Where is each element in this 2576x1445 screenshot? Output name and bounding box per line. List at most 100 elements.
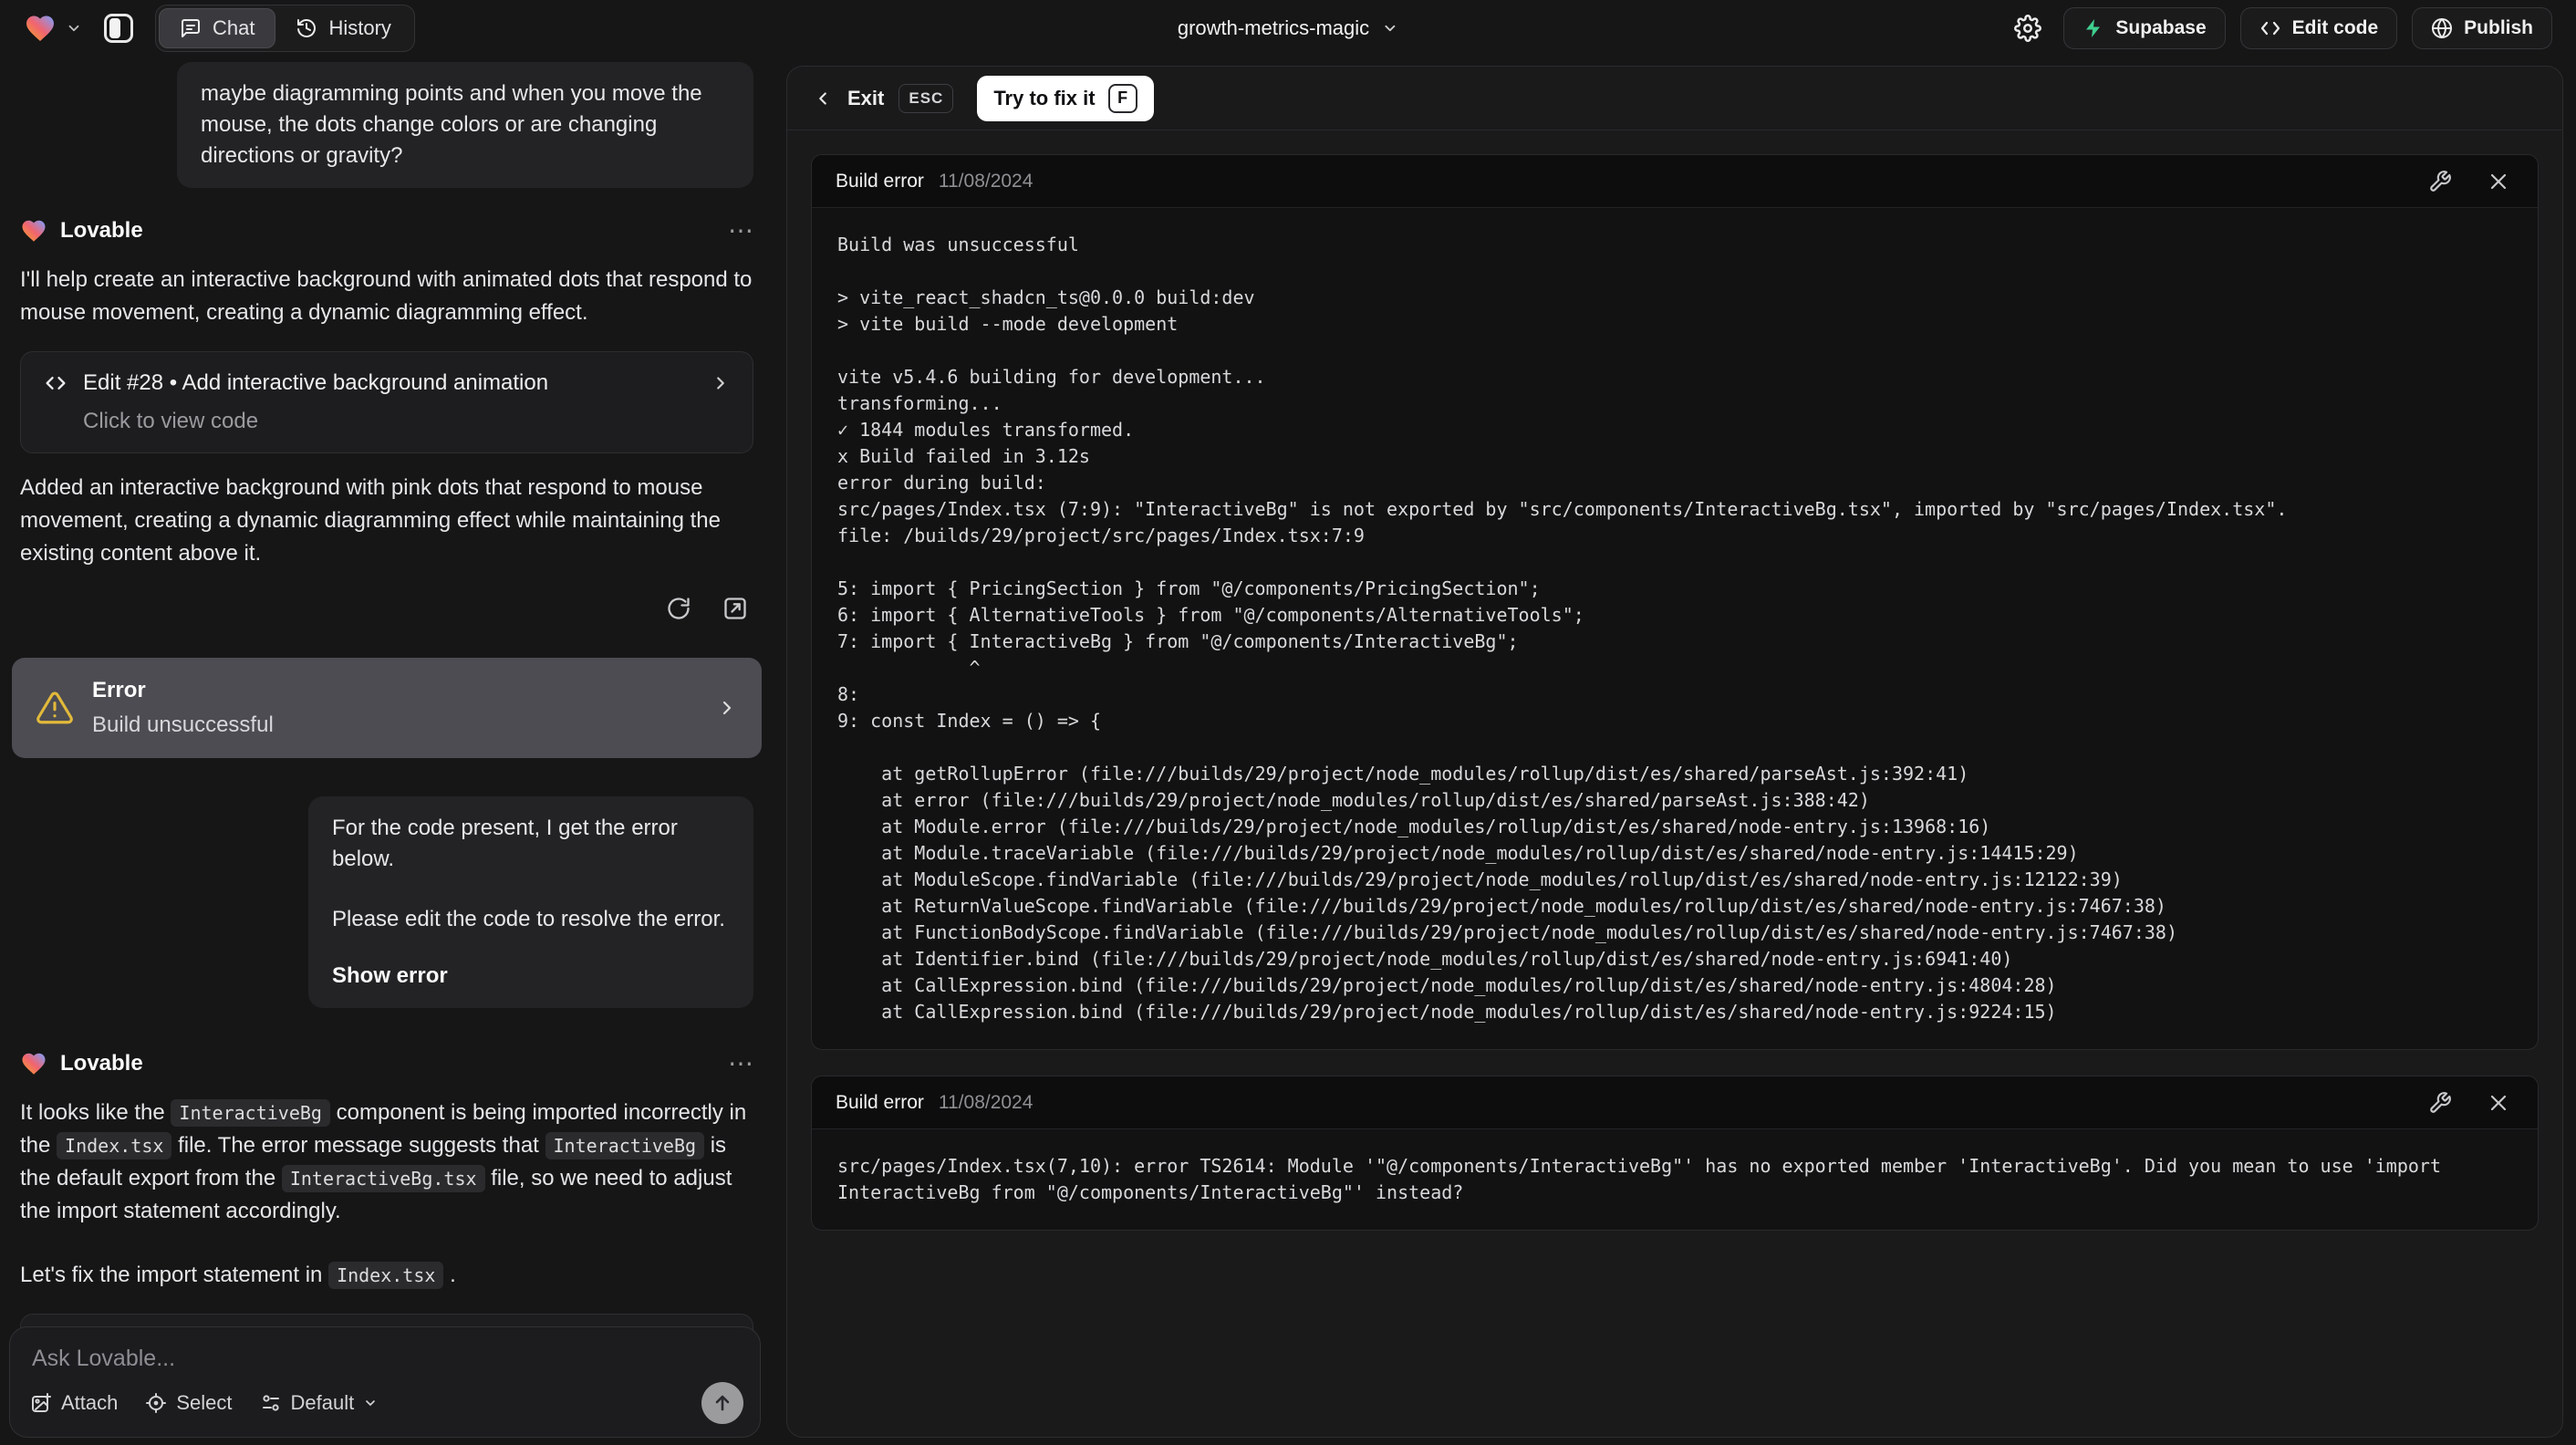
chevron-down-icon: [363, 1396, 378, 1410]
show-error-link[interactable]: Show error: [332, 961, 730, 992]
lovable-heart-icon: [20, 217, 47, 244]
restore-button[interactable]: [660, 590, 697, 627]
exit-button[interactable]: Exit ESC: [813, 83, 954, 113]
build-error-title: Build error: [836, 1091, 924, 1113]
esc-key-badge: ESC: [898, 83, 954, 113]
error-panel-header: Exit ESC Try to fix it F: [787, 67, 2562, 130]
edit-code-button[interactable]: Edit code: [2239, 7, 2398, 49]
build-error-title: Build error: [836, 170, 924, 192]
attach-button[interactable]: Attach: [30, 1391, 118, 1415]
more-options-icon[interactable]: [728, 215, 753, 245]
build-error-card-2: Build error 11/08/2024 src/pages/Index.t…: [811, 1076, 2539, 1231]
user-message: maybe diagramming points and when you mo…: [177, 62, 753, 188]
close-error-button[interactable]: [2483, 166, 2514, 197]
chevron-right-icon: [716, 697, 738, 719]
f-key-badge: F: [1107, 83, 1137, 113]
chat-input[interactable]: [32, 1346, 738, 1382]
user-message-line: For the code present, I get the error be…: [332, 816, 678, 871]
text-segment: .: [443, 1263, 456, 1287]
build-error-log: Build was unsuccessful > vite_react_shad…: [837, 234, 2288, 1023]
project-title: growth-metrics-magic: [1177, 16, 1370, 39]
error-detail-panel: Exit ESC Try to fix it F Build error 11/…: [786, 66, 2563, 1438]
edit-code-label: Edit code: [2291, 17, 2379, 38]
close-error-button[interactable]: [2483, 1087, 2514, 1118]
attach-image-icon: [30, 1392, 52, 1414]
history-clock-icon: [296, 17, 317, 39]
supabase-bolt-icon: [2083, 17, 2104, 39]
edit-card-title: Edit #28 • Add interactive background an…: [83, 370, 549, 395]
try-to-fix-button[interactable]: Try to fix it F: [977, 75, 1154, 121]
attach-label: Attach: [61, 1391, 119, 1414]
arrow-up-icon: [712, 1392, 733, 1414]
assistant-summary-text: Added an interactive background with pin…: [20, 475, 721, 566]
fix-wrench-button[interactable]: [2425, 1087, 2456, 1118]
refresh-icon: [666, 596, 691, 621]
send-button[interactable]: [701, 1382, 743, 1424]
close-icon: [2488, 1092, 2509, 1114]
try-to-fix-label: Try to fix it: [993, 86, 1096, 109]
more-options-icon[interactable]: [728, 1048, 753, 1078]
project-title-dropdown[interactable]: growth-metrics-magic: [1178, 16, 1398, 40]
chat-history-tabs: Chat History: [155, 5, 415, 52]
select-button[interactable]: Select: [145, 1391, 233, 1415]
mode-dropdown[interactable]: Default: [260, 1391, 379, 1415]
user-message: For the code present, I get the error be…: [308, 796, 753, 1008]
assistant-intro-text: I'll help create an interactive backgrou…: [20, 267, 753, 325]
assistant-fix-text: It looks like the InteractiveBg componen…: [20, 1097, 753, 1228]
wrench-icon: [2428, 170, 2452, 193]
text-segment: file. The error message suggests that: [171, 1133, 545, 1158]
code-brackets-icon: [2259, 17, 2281, 39]
chat-input-box: Attach Select Default: [9, 1326, 761, 1438]
inline-code: InteractiveBg: [171, 1099, 330, 1127]
tab-history-label: History: [328, 16, 391, 39]
globe-icon: [2431, 17, 2453, 39]
assistant-name: Lovable: [60, 1050, 143, 1076]
assistant-header: Lovable: [20, 1048, 753, 1078]
lovable-logo-menu[interactable]: [24, 12, 82, 45]
code-brackets-icon: [43, 370, 68, 396]
gear-icon: [2014, 15, 2042, 42]
tab-chat[interactable]: Chat: [159, 8, 276, 48]
error-card[interactable]: Error Build unsuccessful: [12, 658, 762, 758]
assistant-header: Lovable: [20, 215, 753, 245]
inline-code: Index.tsx: [328, 1262, 444, 1289]
sidebar-toggle-icon: [104, 14, 133, 43]
crosshair-icon: [145, 1392, 167, 1414]
chevron-down-icon: [66, 20, 82, 36]
assistant-name: Lovable: [60, 217, 143, 243]
inline-code: InteractiveBg: [545, 1132, 705, 1159]
top-bar: Chat History growth-metrics-magic Supaba…: [0, 0, 2576, 57]
edit-card-subtitle: Click to view code: [83, 409, 259, 433]
tab-chat-label: Chat: [213, 16, 255, 39]
fix-wrench-button[interactable]: [2425, 166, 2456, 197]
close-icon: [2488, 171, 2509, 192]
edit-card-28[interactable]: Edit #28 • Add interactive background an…: [20, 351, 753, 453]
sidebar-toggle-button[interactable]: [99, 8, 139, 48]
build-error-date: 11/08/2024: [938, 1091, 1034, 1113]
sliders-icon: [260, 1392, 282, 1414]
exit-label: Exit: [847, 86, 885, 109]
wrench-icon: [2428, 1091, 2452, 1115]
build-error-date: 11/08/2024: [938, 170, 1034, 192]
lovable-heart-icon: [20, 1050, 47, 1077]
chat-bubble-icon: [180, 17, 202, 39]
warning-triangle-icon: [36, 689, 74, 727]
mode-label: Default: [290, 1391, 355, 1414]
error-card-title: Error: [92, 678, 146, 702]
chevron-down-icon: [1382, 20, 1398, 36]
assistant-fix-text-2: Let's fix the import statement in Index.…: [20, 1259, 753, 1292]
build-error-card-1: Build error 11/08/2024 Build was unsucce…: [811, 154, 2539, 1050]
supabase-button[interactable]: Supabase: [2063, 7, 2226, 49]
text-segment: Let's fix the import statement in: [20, 1263, 329, 1287]
chat-sidebar: maybe diagramming points and when you mo…: [0, 57, 774, 1445]
build-error-log: src/pages/Index.tsx(7,10): error TS2614:…: [837, 1155, 2453, 1203]
publish-button[interactable]: Publish: [2412, 7, 2552, 49]
lovable-heart-icon: [24, 12, 57, 45]
user-message-line: Please edit the code to resolve the erro…: [332, 907, 725, 931]
chevron-right-icon: [711, 373, 731, 393]
user-message-text: maybe diagramming points and when you mo…: [201, 81, 702, 168]
settings-button[interactable]: [2007, 7, 2049, 49]
open-preview-button[interactable]: [717, 590, 753, 627]
select-label: Select: [176, 1391, 233, 1414]
tab-history[interactable]: History: [275, 8, 410, 48]
